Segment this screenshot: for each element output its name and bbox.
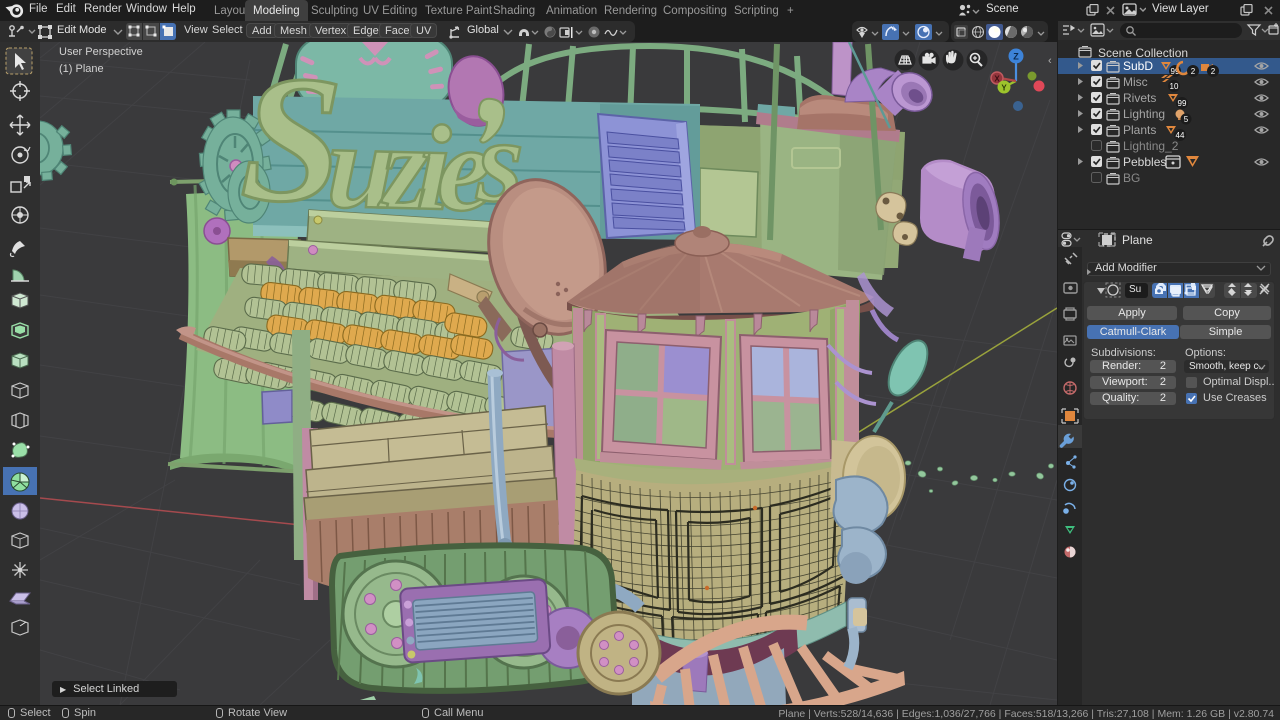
svg-text:Y: Y <box>1001 84 1007 93</box>
svg-text:5: 5 <box>1184 115 1189 124</box>
svg-text:44: 44 <box>1176 131 1185 140</box>
svg-text:‹: ‹ <box>1048 55 1052 67</box>
svg-text:X: X <box>994 75 1000 84</box>
svg-text:2: 2 <box>1211 67 1216 76</box>
svg-text:2: 2 <box>1191 67 1196 76</box>
svg-text:Z: Z <box>1013 52 1019 62</box>
svg-text:uzie: uzie <box>326 98 492 237</box>
svg-text:99: 99 <box>1178 99 1187 108</box>
svg-text:10: 10 <box>1170 82 1179 91</box>
